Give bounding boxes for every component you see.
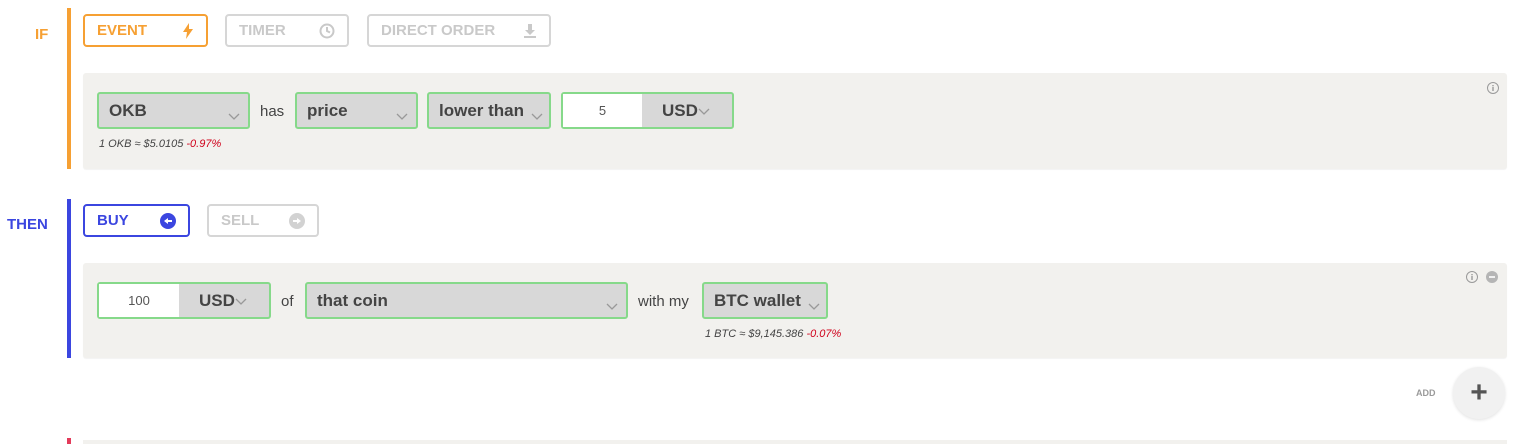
btc-rate-hint: 1 BTC ≈ $9,145.386 -0.07% [705,328,841,340]
chevron-down-icon [235,291,247,311]
clock-icon [319,23,335,39]
tab-buy-label: BUY [97,212,129,229]
wallet-select-value: BTC wallet [714,290,801,310]
plus-icon: + [1470,376,1488,409]
currency-select-value: USD [662,100,698,120]
btc-rate-text: 1 BTC ≈ $9,145.386 [705,328,804,340]
tab-timer-label: TIMER [239,22,286,39]
okb-rate-text: 1 OKB ≈ $5.0105 [99,138,184,150]
comparator-select[interactable]: lower than [427,92,551,129]
arrow-right-circle-icon [289,212,305,229]
next-section-rail [67,438,71,444]
chevron-down-icon [606,296,618,316]
okb-rate-change: -0.97% [186,138,222,150]
chevron-down-icon [396,106,408,126]
then-label: THEN [7,216,48,233]
chevron-down-icon [698,101,710,121]
info-icon[interactable] [1466,271,1478,283]
property-select-value: price [307,100,348,120]
add-label: ADD [1416,388,1436,398]
target-coin-select-value: that coin [317,290,388,310]
coin-select[interactable]: OKB [97,92,250,129]
okb-rate-hint: 1 OKB ≈ $5.0105 -0.97% [99,138,221,150]
tab-sell[interactable]: SELL [207,204,319,237]
btc-rate-change: -0.07% [806,328,842,340]
target-coin-select[interactable]: that coin [305,282,628,319]
download-icon [523,23,537,38]
tab-event-label: EVENT [97,22,148,39]
chevron-down-icon [228,106,240,126]
tab-sell-label: SELL [221,212,260,229]
remove-icon[interactable] [1486,271,1498,283]
next-section-panel [83,440,1507,444]
currency-select[interactable]: USD [642,94,732,127]
price-amount-group: 5 USD [561,92,734,129]
add-button[interactable]: + [1453,367,1505,419]
tab-event[interactable]: EVENT [83,14,208,47]
tab-buy[interactable]: BUY [83,204,190,237]
tab-direct-order[interactable]: DIRECT ORDER [367,14,551,47]
arrow-left-circle-icon [160,212,176,229]
wallet-select[interactable]: BTC wallet [702,282,828,319]
if-rail [67,8,71,169]
buy-amount-group: 100 USD [97,282,271,319]
chevron-down-icon [531,106,543,126]
tab-direct-order-label: DIRECT ORDER [381,22,496,39]
buy-amount-input[interactable]: 100 [99,284,179,317]
of-text: of [281,293,294,310]
with-my-text: with my [638,293,689,310]
info-icon[interactable] [1487,82,1499,94]
if-label: IF [35,26,49,43]
then-rail [67,199,71,358]
property-select[interactable]: price [295,92,418,129]
buy-currency-select[interactable]: USD [179,284,269,317]
buy-currency-select-value: USD [199,290,235,310]
price-amount-input[interactable]: 5 [563,94,642,127]
tab-timer[interactable]: TIMER [225,14,349,47]
coin-select-value: OKB [109,100,147,120]
chevron-down-icon [808,296,820,316]
comparator-select-value: lower than [439,100,525,120]
lightning-icon [182,22,194,39]
has-text: has [260,103,285,120]
